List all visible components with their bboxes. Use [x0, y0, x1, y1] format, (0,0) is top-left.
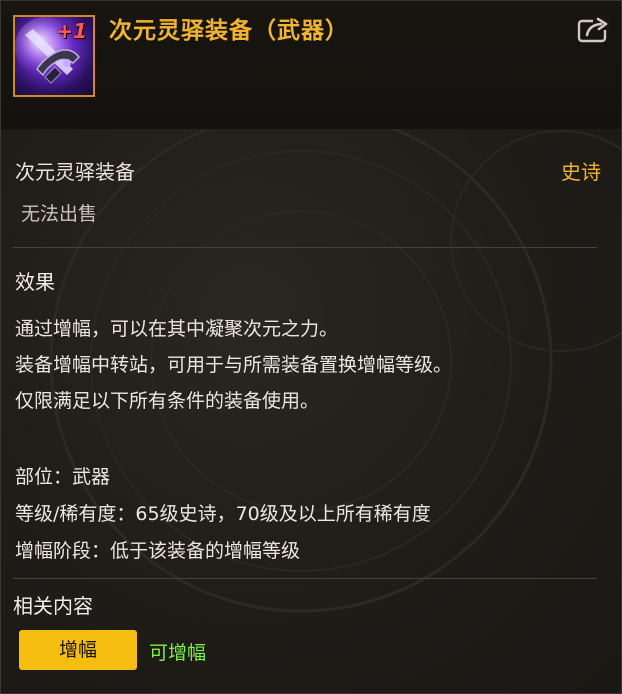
divider [13, 578, 597, 579]
share-export-icon [577, 16, 610, 43]
sell-status: 无法出售 [21, 203, 98, 225]
item-name: 次元灵驿装备 [15, 160, 135, 184]
condition-enhance-stage: 增幅阶段：低于该装备的增幅等级 [15, 540, 301, 562]
condition-level-rarity: 等级/稀有度：65级史诗，70级及以上所有稀有度 [15, 503, 431, 525]
item-tooltip-panel: +1 次元灵驿装备（武器） 次元灵驿装备 史诗 无法出售 效果 通过增幅，可以在… [0, 0, 622, 694]
enhance-level-badge: +1 [56, 19, 87, 43]
enhance-status: 可增幅 [149, 642, 207, 664]
item-weapon-icon[interactable]: +1 [13, 15, 95, 97]
item-rarity: 史诗 [561, 160, 601, 184]
condition-slot: 部位：武器 [15, 466, 111, 488]
share-button[interactable] [577, 15, 611, 45]
related-content-label: 相关内容 [13, 594, 93, 618]
effect-line: 通过增幅，可以在其中凝聚次元之力。 [15, 318, 339, 340]
enhance-button[interactable]: 增幅 [19, 630, 137, 670]
effect-line: 仅限满足以下所有条件的装备使用。 [15, 390, 320, 412]
item-title: 次元灵驿装备（武器） [109, 18, 349, 44]
effect-line: 装备增幅中转站，可用于与所需装备置换增幅等级。 [15, 354, 453, 376]
divider [13, 247, 597, 248]
effect-label: 效果 [15, 270, 55, 294]
tooltip-header: +1 次元灵驿装备（武器） [1, 1, 621, 129]
